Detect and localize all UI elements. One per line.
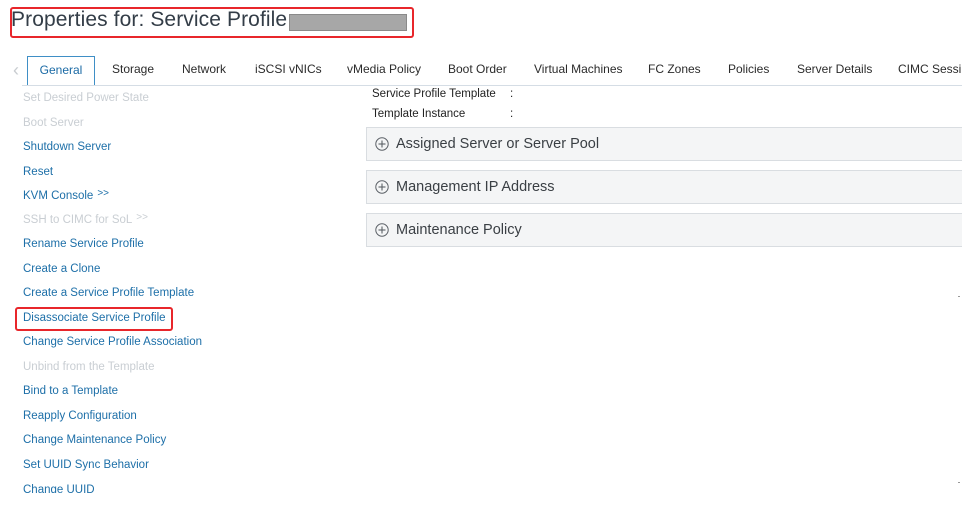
action-unbind-from-template: Unbind from the Template — [23, 361, 155, 373]
action-change-service-profile-association[interactable]: Change Service Profile Association — [23, 336, 202, 348]
action-change-uuid[interactable]: Change UUID — [23, 484, 95, 493]
action-ssh-to-cimc: SSH to CIMC for SoL >> — [23, 212, 148, 226]
tab-bar-divider — [22, 85, 962, 86]
tab-boot-order[interactable]: Boot Order — [448, 62, 507, 76]
section-maintenance-policy[interactable]: Maintenance Policy — [366, 213, 962, 247]
expand-plus-icon — [375, 180, 389, 194]
tab-vmedia-policy[interactable]: vMedia Policy — [347, 62, 421, 76]
external-launch-icon: >> — [136, 212, 148, 223]
template-instance-colon: : — [510, 108, 514, 120]
edge-artifact — [958, 482, 960, 483]
action-reapply-configuration[interactable]: Reapply Configuration — [23, 410, 137, 422]
action-set-desired-power-state: Set Desired Power State — [23, 92, 149, 104]
tab-server-details[interactable]: Server Details — [797, 62, 872, 76]
expand-plus-icon — [375, 223, 389, 237]
service-profile-template-label: Service Profile Template — [372, 88, 496, 100]
tab-iscsi-vnics[interactable]: iSCSI vNICs — [255, 62, 322, 76]
action-reset[interactable]: Reset — [23, 166, 53, 178]
tab-policies[interactable]: Policies — [728, 62, 769, 76]
action-create-clone[interactable]: Create a Clone — [23, 263, 100, 275]
section-assigned-server[interactable]: Assigned Server or Server Pool — [366, 127, 962, 161]
edge-artifact — [958, 296, 960, 297]
section-management-ip[interactable]: Management IP Address — [366, 170, 962, 204]
action-set-uuid-sync-behavior[interactable]: Set UUID Sync Behavior — [23, 459, 149, 471]
section-management-ip-label: Management IP Address — [396, 179, 555, 195]
external-launch-icon: >> — [97, 188, 109, 199]
tab-general[interactable]: General — [27, 56, 95, 85]
action-ssh-to-cimc-label: SSH to CIMC for SoL — [23, 214, 133, 226]
tab-fc-zones[interactable]: FC Zones — [648, 62, 701, 76]
action-kvm-console[interactable]: KVM Console >> — [23, 188, 109, 202]
tab-cimc-sessions[interactable]: CIMC Sessi — [898, 62, 961, 76]
action-boot-server: Boot Server — [23, 117, 84, 129]
tab-virtual-machines[interactable]: Virtual Machines — [534, 62, 623, 76]
action-change-maintenance-policy[interactable]: Change Maintenance Policy — [23, 434, 166, 446]
action-bind-to-template[interactable]: Bind to a Template — [23, 385, 118, 397]
section-maintenance-policy-label: Maintenance Policy — [396, 222, 522, 238]
action-kvm-console-label: KVM Console — [23, 190, 94, 202]
tab-scroll-left-icon[interactable]: ‹ — [9, 59, 23, 81]
properties-window: Properties for: Service Profile ‹ Genera… — [0, 0, 962, 505]
action-rename-service-profile[interactable]: Rename Service Profile — [23, 238, 144, 250]
service-profile-template-colon: : — [510, 88, 514, 100]
action-create-service-profile-template[interactable]: Create a Service Profile Template — [23, 287, 194, 299]
template-instance-label: Template Instance — [372, 108, 466, 120]
tab-network[interactable]: Network — [182, 62, 226, 76]
tab-storage[interactable]: Storage — [112, 62, 154, 76]
action-shutdown-server[interactable]: Shutdown Server — [23, 141, 111, 153]
action-disassociate-service-profile[interactable]: Disassociate Service Profile — [23, 312, 166, 324]
expand-plus-icon — [375, 137, 389, 151]
tab-bar: ‹ General Storage Network iSCSI vNICs vM… — [0, 0, 962, 90]
section-assigned-server-label: Assigned Server or Server Pool — [396, 136, 600, 152]
